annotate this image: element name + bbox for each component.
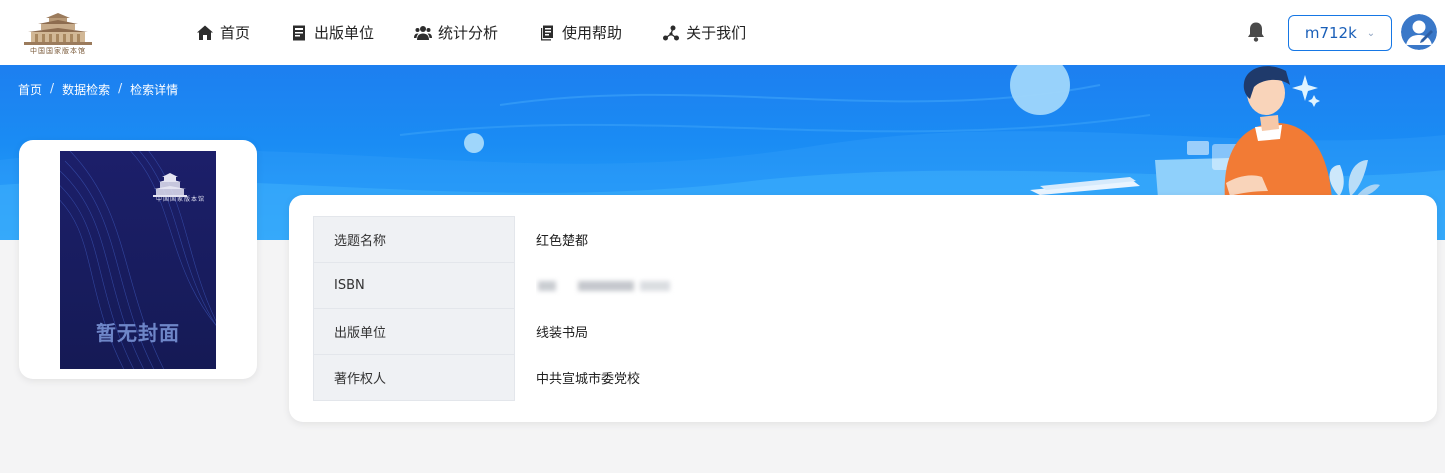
logo-caption: 中国国家版本馆 xyxy=(30,47,86,55)
nav-item-statistics[interactable]: 统计分析 xyxy=(414,0,498,65)
field-value-title: 红色楚都 xyxy=(536,234,589,249)
building-logo-icon xyxy=(24,13,92,45)
field-value-publisher: 线装书局 xyxy=(536,326,589,341)
main-nav: 首页 出版单位 统计分析 使用帮助 关于我们 xyxy=(196,0,786,65)
user-menu-dropdown[interactable]: m712k ⌄ xyxy=(1288,15,1392,51)
nav-label-home: 首页 xyxy=(220,24,251,42)
field-label-title: 选题名称 xyxy=(313,216,515,263)
nav-label-statistics: 统计分析 xyxy=(438,24,499,42)
nodes-icon xyxy=(663,25,680,40)
table-row: 出版单位 线装书局 xyxy=(313,308,677,355)
breadcrumb-separator: / xyxy=(50,81,55,95)
breadcrumb-current: 检索详情 xyxy=(130,83,179,97)
nav-item-about[interactable]: 关于我们 xyxy=(662,0,746,65)
book-icon xyxy=(293,25,306,40)
username-label: m712k xyxy=(1304,24,1357,42)
document-icon xyxy=(541,25,554,40)
nav-label-about: 关于我们 xyxy=(686,24,747,42)
detail-card: 选题名称 红色楚都 ISBN 出版单位 线装书局 著作权人 中共宣城市委党校 xyxy=(289,195,1437,422)
nav-label-help: 使用帮助 xyxy=(562,24,623,42)
redacted-blur xyxy=(538,280,670,291)
breadcrumb-separator: / xyxy=(118,81,123,95)
book-cover-placeholder: 中国国家版本馆 暂无封面 xyxy=(60,151,216,369)
cover-logo-caption: 中国国家版本馆 xyxy=(156,195,205,203)
field-label-isbn: ISBN xyxy=(313,262,515,309)
detail-table: 选题名称 红色楚都 ISBN 出版单位 线装书局 著作权人 中共宣城市委党校 xyxy=(313,216,677,401)
table-row: 选题名称 红色楚都 xyxy=(313,216,677,263)
nav-item-home[interactable]: 首页 xyxy=(196,0,250,65)
notification-bell-icon[interactable] xyxy=(1244,20,1268,44)
field-label-copyright-holder: 著作权人 xyxy=(313,354,515,401)
breadcrumb-home[interactable]: 首页 xyxy=(18,81,42,98)
nav-item-publishers[interactable]: 出版单位 xyxy=(290,0,374,65)
avatar[interactable] xyxy=(1401,14,1437,50)
users-icon xyxy=(414,25,433,40)
nav-item-help[interactable]: 使用帮助 xyxy=(538,0,622,65)
top-navigation-bar: 中国国家版本馆 首页 出版单位 统计分析 使用帮助 关于我们 m712k ⌄ xyxy=(0,0,1445,65)
table-row: 著作权人 中共宣城市委党校 xyxy=(313,354,677,401)
breadcrumb-data-search[interactable]: 数据检索 xyxy=(62,81,110,98)
chevron-down-icon: ⌄ xyxy=(1366,27,1376,39)
avatar-icon xyxy=(1401,14,1437,50)
table-row: ISBN xyxy=(313,262,677,309)
nav-label-publishers: 出版单位 xyxy=(314,24,375,42)
no-cover-text: 暂无封面 xyxy=(96,321,180,345)
field-value-isbn-redacted xyxy=(515,263,677,309)
field-value-copyright-holder: 中共宣城市委党校 xyxy=(536,372,641,387)
field-label-publisher: 出版单位 xyxy=(313,308,515,355)
home-icon xyxy=(197,25,213,40)
cover-card: 中国国家版本馆 暂无封面 xyxy=(19,140,257,379)
breadcrumb: 首页 / 数据检索 / 检索详情 xyxy=(18,81,178,98)
